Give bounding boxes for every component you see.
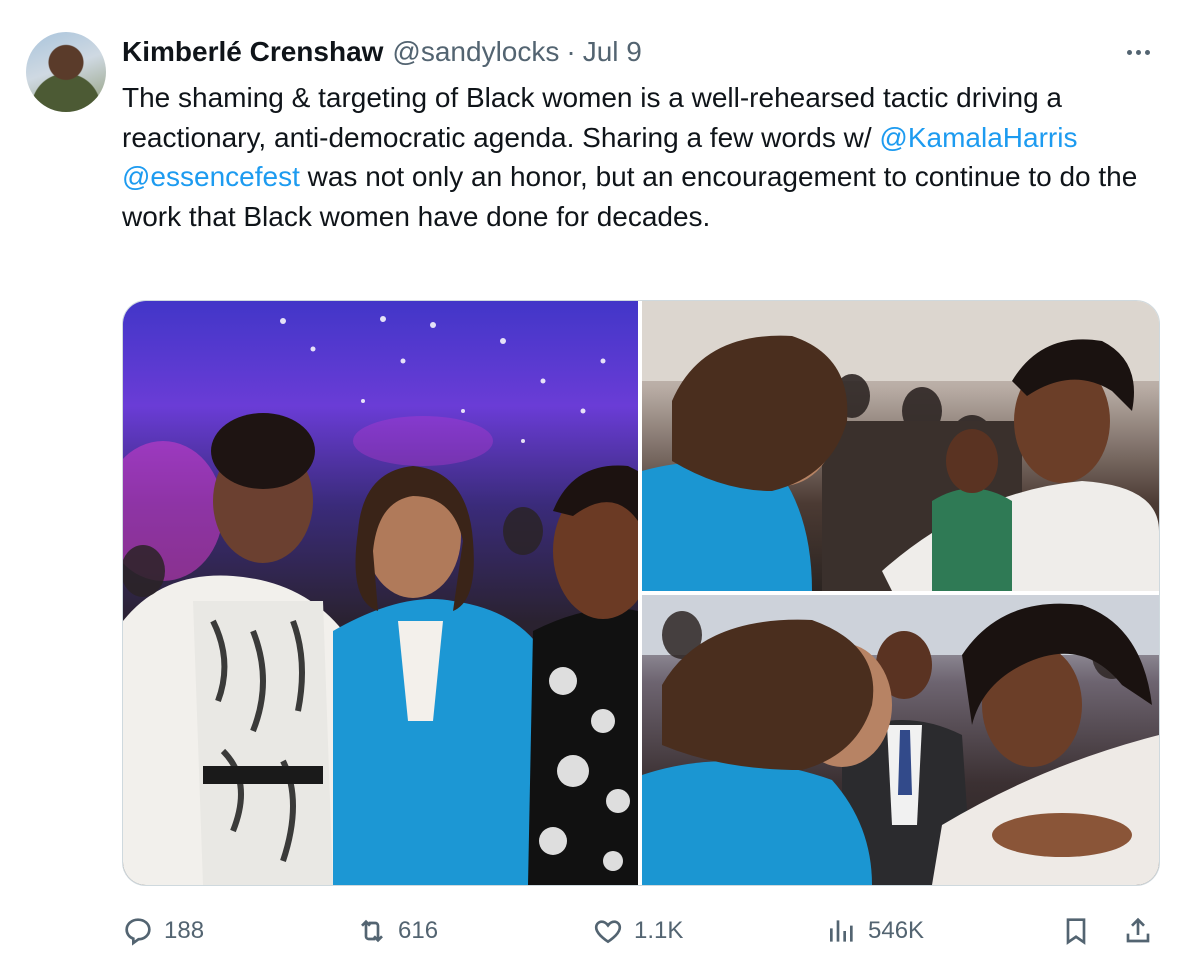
photo-embrace-2-illustration <box>642 595 1159 885</box>
like-count: 1.1K <box>634 917 684 944</box>
avatar[interactable] <box>26 32 106 112</box>
tweet-header: Kimberlé Crenshaw @sandylocks · Jul 9 <box>122 30 642 74</box>
photo-embrace-2[interactable] <box>642 595 1159 885</box>
photo-group-illustration <box>123 316 638 885</box>
like-button[interactable]: 1.1K <box>592 906 683 956</box>
more-icon[interactable] <box>1118 38 1158 66</box>
photo-embrace-1[interactable] <box>642 301 1159 591</box>
tweet-card[interactable]: Kimberlé Crenshaw @sandylocks · Jul 9 Th… <box>0 0 1192 966</box>
reply-icon <box>125 918 151 946</box>
repost-button[interactable]: 616 <box>356 906 438 956</box>
bookmark-button[interactable] <box>1060 906 1092 956</box>
views-icon <box>830 920 853 942</box>
repost-icon <box>361 919 383 943</box>
share-icon <box>1126 917 1150 943</box>
photo-group-event[interactable] <box>123 301 638 885</box>
mention-essencefest[interactable]: @essencefest <box>122 161 300 192</box>
separator-dot: · <box>566 36 576 67</box>
reply-count: 188 <box>164 917 205 944</box>
mention-kamalaharris[interactable]: @KamalaHarris <box>879 122 1077 153</box>
reply-button[interactable]: 188 <box>122 906 204 956</box>
repost-count: 616 <box>398 917 439 944</box>
bookmark-icon <box>1066 918 1086 945</box>
tweet-text: The shaming & targeting of Black women i… <box>122 78 1170 236</box>
mention-space <box>1077 122 1085 153</box>
tweet-date[interactable]: Jul 9 <box>583 36 642 68</box>
views-count: 546K <box>868 917 925 944</box>
action-bar: 188 616 1.1K 546K <box>0 906 1192 956</box>
views-button[interactable]: 546K <box>826 906 924 956</box>
author-name[interactable]: Kimberlé Crenshaw <box>122 36 383 68</box>
like-icon <box>594 920 622 944</box>
media-grid <box>122 300 1160 886</box>
share-button[interactable] <box>1122 906 1154 956</box>
photo-embrace-1-illustration <box>642 301 1159 591</box>
author-handle[interactable]: @sandylocks <box>392 36 559 68</box>
